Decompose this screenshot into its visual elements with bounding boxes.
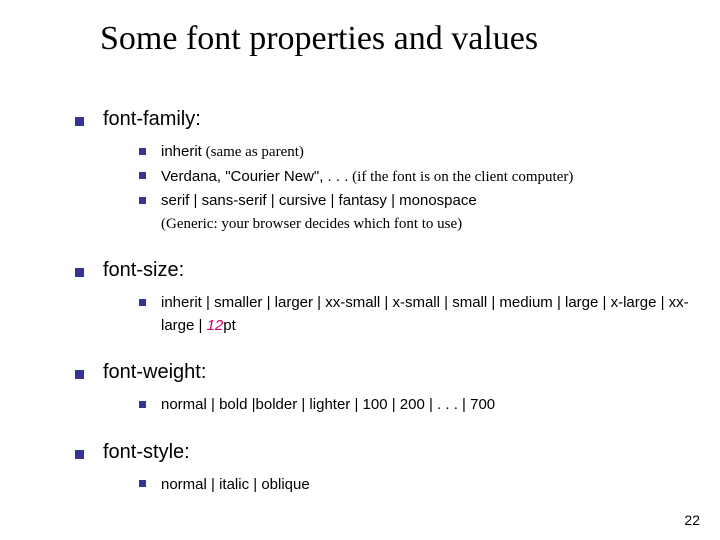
list-item: Verdana, "Courier New", . . . (if the fo… xyxy=(139,166,690,189)
list-item: inherit (same as parent) xyxy=(139,141,690,164)
section-heading: font-style: xyxy=(103,441,190,463)
bullet-icon xyxy=(139,148,146,155)
slide-title: Some font properties and values xyxy=(100,20,690,58)
item-number: 12 xyxy=(207,317,224,334)
sub-list: normal | bold |bolder | lighter | 100 | … xyxy=(139,394,690,417)
section-heading: font-family: xyxy=(103,108,201,130)
item-code: inherit xyxy=(161,143,202,160)
bullet-icon xyxy=(139,172,146,179)
section-heading: font-weight: xyxy=(103,361,206,383)
item-code: serif | sans-serif | cursive | fantasy |… xyxy=(161,192,477,209)
item-code: normal | bold |bolder | lighter | 100 | … xyxy=(161,396,495,413)
bullet-icon xyxy=(139,299,146,306)
list-item: normal | bold |bolder | lighter | 100 | … xyxy=(139,394,690,417)
sub-list: inherit (same as parent) Verdana, "Couri… xyxy=(139,141,690,235)
item-code: inherit | smaller | larger | xx-small | … xyxy=(161,294,689,334)
section-font-weight: font-weight: normal | bold |bolder | lig… xyxy=(75,361,690,417)
sub-list: normal | italic | oblique xyxy=(139,474,690,497)
bullet-icon xyxy=(75,370,84,379)
bullet-icon xyxy=(75,268,84,277)
section-font-size: font-size: inherit | smaller | larger | … xyxy=(75,259,690,337)
bullet-icon xyxy=(139,480,146,487)
item-note: (if the font is on the client computer) xyxy=(348,169,573,185)
bullet-icon xyxy=(75,450,84,459)
item-code: normal | italic | oblique xyxy=(161,476,310,493)
list-item: serif | sans-serif | cursive | fantasy |… xyxy=(139,190,690,235)
page-number: 22 xyxy=(684,512,700,528)
list-item: inherit | smaller | larger | xx-small | … xyxy=(139,292,690,337)
content-list: font-family: inherit (same as parent) Ve… xyxy=(75,108,690,496)
item-code: Verdana, "Courier New", . . . xyxy=(161,168,348,185)
section-heading: font-size: xyxy=(103,259,184,281)
item-note: (same as parent) xyxy=(202,144,304,160)
bullet-icon xyxy=(139,401,146,408)
slide: Some font properties and values font-fam… xyxy=(0,0,720,540)
bullet-icon xyxy=(75,117,84,126)
bullet-icon xyxy=(139,197,146,204)
section-font-style: font-style: normal | italic | oblique xyxy=(75,441,690,497)
item-code-post: pt xyxy=(223,317,236,334)
list-item: normal | italic | oblique xyxy=(139,474,690,497)
sub-list: inherit | smaller | larger | xx-small | … xyxy=(139,292,690,337)
item-note-below: (Generic: your browser decides which fon… xyxy=(161,216,462,232)
section-font-family: font-family: inherit (same as parent) Ve… xyxy=(75,108,690,235)
